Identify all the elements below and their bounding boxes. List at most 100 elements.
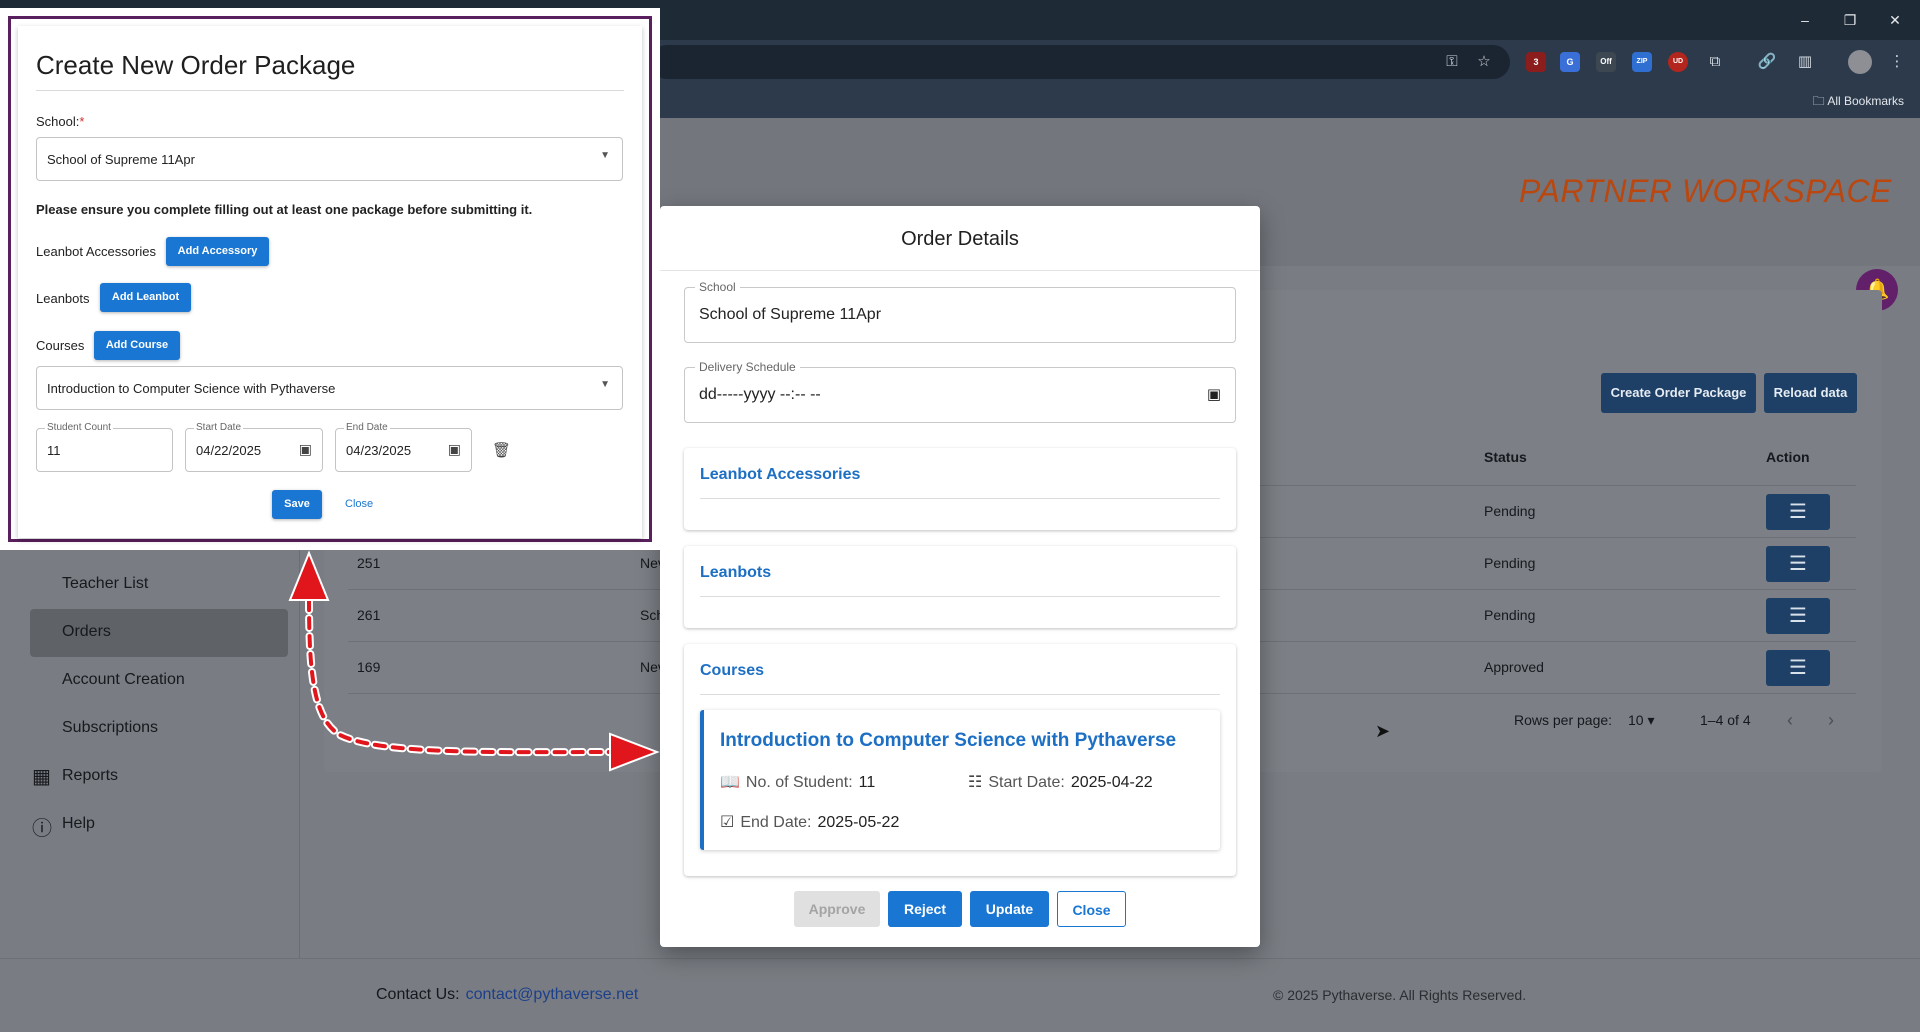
create-package-title: Create New Order Package bbox=[36, 50, 356, 80]
leanbots-section: Leanbots bbox=[684, 546, 1236, 628]
list-check-icon: ☷ bbox=[968, 774, 983, 791]
help-circle-icon: ⓘ bbox=[32, 818, 52, 840]
pagination-range: 1–4 of 4 bbox=[1700, 712, 1751, 728]
start-date-field[interactable]: Start Date 04/22/2025 ▣ bbox=[185, 422, 323, 472]
sidebar-item-teacher-list[interactable]: Teacher List bbox=[62, 575, 148, 593]
calendar-icon[interactable]: ▣ bbox=[1207, 385, 1221, 403]
leanbots-label: Leanbots bbox=[36, 291, 90, 306]
student-count-label: Student Count bbox=[45, 422, 113, 433]
bookmark-star-icon[interactable]: ☆ bbox=[1472, 50, 1496, 74]
sidebar-item-help[interactable]: Help bbox=[62, 815, 95, 833]
zip-extension-icon[interactable]: ZIP bbox=[1632, 52, 1652, 72]
close-window-icon[interactable]: ✕ bbox=[1875, 6, 1915, 34]
rows-per-page-select[interactable]: 10 ▾ bbox=[1628, 712, 1655, 729]
caret-down-icon: ▾ bbox=[1647, 712, 1655, 728]
table-grid-icon: ▦ bbox=[32, 766, 51, 788]
prev-page-icon[interactable]: ‹ bbox=[1787, 710, 1793, 731]
sidebar-item-subscriptions[interactable]: Subscriptions bbox=[62, 719, 158, 737]
school-select-value: School of Supreme 11Apr bbox=[47, 152, 195, 167]
divider bbox=[700, 596, 1220, 597]
sidebar-item-reports[interactable]: Reports bbox=[62, 767, 118, 785]
footer-contact: Contact Us: contact@pythaverse.net bbox=[376, 986, 638, 1004]
row-id: 169 bbox=[357, 659, 381, 675]
student-count-value: 11 bbox=[47, 443, 61, 458]
package-notice: Please ensure you complete filling out a… bbox=[36, 202, 533, 217]
profile-avatar[interactable] bbox=[1848, 50, 1872, 74]
divider bbox=[700, 498, 1220, 499]
order-details-dialog: Order Details School School of Supreme 1… bbox=[660, 206, 1260, 947]
kebab-menu-icon[interactable]: ⋮ bbox=[1885, 50, 1909, 74]
save-button[interactable]: Save bbox=[272, 490, 322, 519]
link-icon[interactable]: 🔗 bbox=[1755, 50, 1779, 74]
reject-button[interactable]: Reject bbox=[888, 891, 962, 927]
start-date-label: Start Date bbox=[194, 422, 244, 433]
row-status: Pending bbox=[1484, 555, 1536, 571]
extension-badge-icon[interactable]: 3 bbox=[1526, 52, 1546, 72]
sidebar-item-account-creation[interactable]: Account Creation bbox=[62, 671, 185, 689]
row-status: Pending bbox=[1484, 503, 1536, 519]
reload-data-button[interactable]: Reload data bbox=[1764, 373, 1857, 413]
divider bbox=[660, 270, 1260, 271]
add-course-button[interactable]: Add Course bbox=[94, 331, 180, 360]
end-date-field[interactable]: End Date 04/23/2025 ▣ bbox=[335, 422, 472, 472]
close-button[interactable]: Close bbox=[1057, 891, 1126, 927]
calendar-icon[interactable]: ▣ bbox=[448, 441, 461, 458]
caret-down-icon: ▼ bbox=[600, 150, 610, 161]
accessories-section: Leanbot Accessories bbox=[684, 448, 1236, 530]
add-accessory-button[interactable]: Add Accessory bbox=[166, 237, 269, 266]
workspace-title: PARTNER WORKSPACE bbox=[1519, 173, 1892, 209]
next-page-icon[interactable]: › bbox=[1828, 710, 1834, 731]
approve-button[interactable]: Approve bbox=[794, 891, 880, 927]
all-bookmarks[interactable]: 🗀 All Bookmarks bbox=[1813, 92, 1904, 113]
row-action-menu-icon[interactable]: ☰ bbox=[1766, 546, 1830, 582]
contact-email-link[interactable]: contact@pythaverse.net bbox=[466, 986, 639, 1003]
folder-icon: 🗀 bbox=[1812, 94, 1828, 108]
row-id: 251 bbox=[357, 555, 381, 571]
sidebar-item-orders[interactable]: Orders bbox=[62, 623, 111, 641]
student-count-field[interactable]: Student Count 11 bbox=[36, 422, 173, 472]
update-button[interactable]: Update bbox=[970, 891, 1049, 927]
course-select-value: Introduction to Computer Science with Py… bbox=[47, 381, 336, 396]
row-action-menu-icon[interactable]: ☰ bbox=[1766, 494, 1830, 530]
leanbots-section-title: Leanbots bbox=[700, 564, 772, 581]
rows-per-page-label: Rows per page: bbox=[1514, 712, 1613, 728]
school-field[interactable]: School School of Supreme 11Apr bbox=[684, 280, 1236, 343]
delivery-schedule-field[interactable]: Delivery Schedule dd-----yyyy --:-- -- ▣ bbox=[684, 360, 1236, 423]
close-link[interactable]: Close bbox=[345, 498, 373, 510]
ublock-extension-icon[interactable]: UD bbox=[1668, 52, 1688, 72]
caret-down-icon: ▼ bbox=[600, 379, 610, 390]
school-label: School:* bbox=[36, 114, 85, 129]
divider bbox=[700, 694, 1220, 695]
column-status: Status bbox=[1484, 449, 1527, 465]
side-panel-icon[interactable]: ▥ bbox=[1793, 50, 1817, 74]
restore-icon[interactable]: ❐ bbox=[1830, 6, 1870, 34]
translate-extension-icon[interactable]: G bbox=[1560, 52, 1580, 72]
trash-icon[interactable]: 🗑 bbox=[492, 441, 511, 459]
end-date: ☑ End Date: 2025-05-22 bbox=[720, 814, 900, 831]
address-bar[interactable] bbox=[650, 45, 1510, 79]
mouse-cursor-icon: ➤ bbox=[1375, 721, 1391, 741]
add-leanbot-button[interactable]: Add Leanbot bbox=[100, 283, 191, 312]
sidebar bbox=[0, 535, 300, 958]
row-action-menu-icon[interactable]: ☰ bbox=[1766, 598, 1830, 634]
row-action-menu-icon[interactable]: ☰ bbox=[1766, 650, 1830, 686]
row-id: 261 bbox=[357, 607, 381, 623]
checkbox-icon: ☑ bbox=[720, 814, 735, 831]
divider bbox=[36, 90, 624, 91]
calendar-icon[interactable]: ▣ bbox=[299, 441, 312, 458]
puzzle-extensions-icon[interactable]: ⧉ bbox=[1703, 50, 1727, 74]
school-select[interactable]: School of Supreme 11Apr ▼ bbox=[36, 137, 623, 181]
off-extension-icon[interactable]: Off bbox=[1596, 52, 1616, 72]
courses-label: Courses bbox=[36, 338, 85, 353]
start-date-value: 04/22/2025 bbox=[196, 443, 262, 458]
password-key-icon[interactable]: ⚿ bbox=[1440, 50, 1464, 74]
course-select[interactable]: Introduction to Computer Science with Py… bbox=[36, 366, 623, 410]
create-order-package-button[interactable]: Create Order Package bbox=[1601, 373, 1756, 413]
end-date-label: End Date bbox=[344, 422, 390, 433]
copyright: © 2025 Pythaverse. All Rights Reserved. bbox=[1273, 987, 1527, 1003]
student-count: 📖 No. of Student: 11 bbox=[720, 774, 876, 791]
book-icon: 📖 bbox=[720, 774, 740, 791]
school-field-value: School of Supreme 11Apr bbox=[699, 306, 882, 323]
footer bbox=[0, 958, 1920, 1032]
minimize-icon[interactable]: – bbox=[1785, 6, 1825, 34]
